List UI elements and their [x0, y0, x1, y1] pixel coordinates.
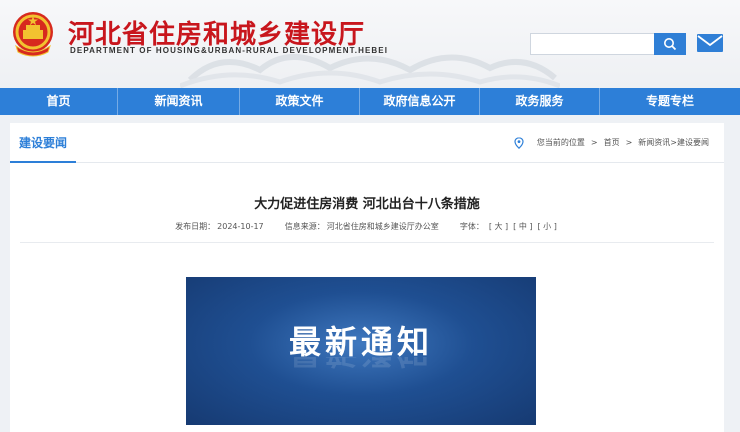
- article-meta: 发布日期： 2024-10-17 信息来源： 河北省住房和城乡建设厅办公室 字体： […: [10, 221, 724, 232]
- notice-banner-image: 最新通知 最新通知: [186, 277, 536, 425]
- site-header: 河北省住房和城乡建设厅 DEPARTMENT OF HOUSING&URBAN-…: [0, 0, 740, 88]
- date-label: 发布日期：: [175, 222, 216, 231]
- nav-item-home[interactable]: 首页: [0, 88, 118, 115]
- breadcrumb-path-link[interactable]: 新闻资讯>建设要闻: [638, 138, 709, 147]
- nav-item-topics[interactable]: 专题专栏: [600, 88, 740, 115]
- main-nav: 首页 新闻资讯 政策文件 政府信息公开 政务服务 专题专栏: [0, 88, 740, 115]
- location-pin-icon: [514, 137, 524, 149]
- search-button[interactable]: [654, 33, 686, 55]
- site-subtitle: DEPARTMENT OF HOUSING&URBAN-RURAL DEVELO…: [70, 46, 389, 55]
- nav-item-policy[interactable]: 政策文件: [240, 88, 360, 115]
- national-emblem-icon: [13, 12, 53, 57]
- breadcrumb: 您当前的位置 > 首页 > 新闻资讯>建设要闻: [536, 123, 710, 163]
- breadcrumb-bar: 建设要闻 您当前的位置 > 首页 > 新闻资讯>建设要闻: [10, 123, 724, 163]
- nav-item-news[interactable]: 新闻资讯: [118, 88, 240, 115]
- font-small-button[interactable]: [ 小 ]: [538, 222, 557, 231]
- content-panel: 建设要闻 您当前的位置 > 首页 > 新闻资讯>建设要闻 大力促进住房消费 河北出台十八…: [10, 123, 724, 432]
- section-tab[interactable]: 建设要闻: [10, 123, 76, 163]
- breadcrumb-separator: >: [625, 138, 633, 147]
- breadcrumb-home-link[interactable]: 首页: [604, 138, 620, 147]
- font-medium-button[interactable]: [ 中 ]: [513, 222, 532, 231]
- publish-date: 2024-10-17: [217, 222, 264, 231]
- nav-item-gov-info[interactable]: 政府信息公开: [360, 88, 480, 115]
- banner-text-reflection: 最新通知: [186, 357, 536, 377]
- nav-item-services[interactable]: 政务服务: [480, 88, 600, 115]
- breadcrumb-separator: >: [590, 138, 598, 147]
- search-input[interactable]: [530, 33, 654, 55]
- font-large-button[interactable]: [ 大 ]: [489, 222, 508, 231]
- article-source: 河北省住房和城乡建设厅办公室: [326, 222, 439, 231]
- article-title: 大力促进住房消费 河北出台十八条措施: [254, 197, 480, 212]
- mail-icon[interactable]: [696, 33, 724, 53]
- breadcrumb-prefix: 您当前的位置: [536, 138, 585, 147]
- search-icon: [664, 38, 677, 51]
- font-size-label: 字体：: [459, 222, 484, 231]
- source-label: 信息来源：: [284, 222, 325, 231]
- divider: [20, 242, 714, 243]
